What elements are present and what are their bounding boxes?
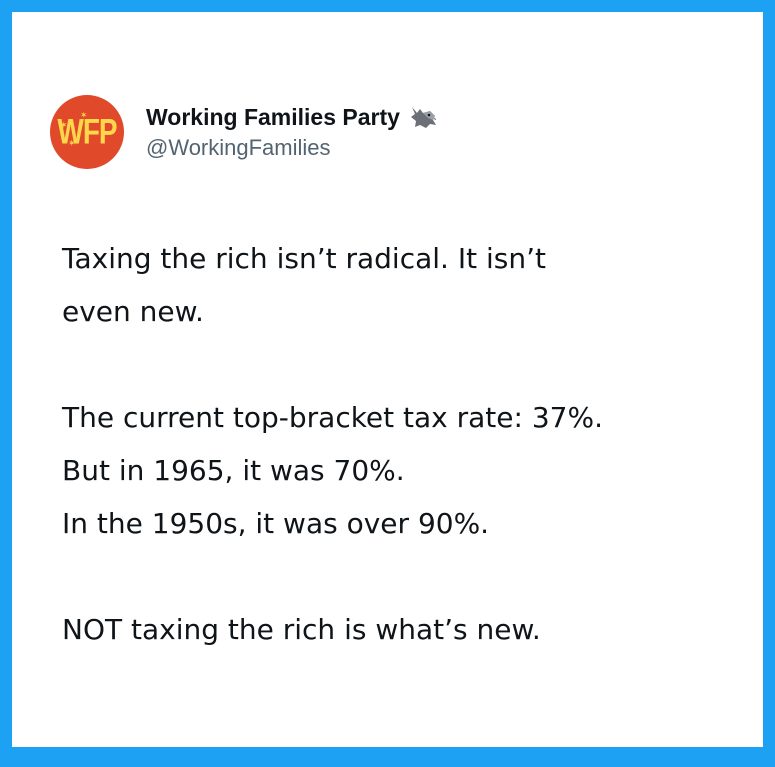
tweet-line: Taxing the rich isn’t radical. It isn’t	[62, 242, 546, 275]
wolf-icon	[410, 107, 436, 128]
tweet-line: NOT taxing the rich is what’s new.	[62, 613, 541, 646]
name-row: Working Families Party	[146, 103, 438, 131]
account-handle[interactable]: @WorkingFamilies	[146, 135, 438, 161]
tweet-card: ✶ ✶ ✶ WFP Working Families Party @Workin…	[12, 12, 763, 747]
tweet-line: The current top-bracket tax rate: 37%.	[62, 401, 603, 434]
tweet-header: ✶ ✶ ✶ WFP Working Families Party @Workin…	[50, 95, 438, 169]
tweet-body: Taxing the rich isn’t radical. It isn’t …	[62, 232, 752, 656]
tweet-line: In the 1950s, it was over 90%.	[62, 507, 490, 540]
tweet-line: But in 1965, it was 70%.	[62, 454, 405, 487]
tweet-line: even new.	[62, 295, 204, 328]
avatar-logo-text: WFP	[57, 112, 117, 151]
account-identity: Working Families Party @WorkingFamilies	[146, 103, 438, 161]
display-name[interactable]: Working Families Party	[146, 104, 400, 131]
avatar[interactable]: ✶ ✶ ✶ WFP	[50, 95, 124, 169]
